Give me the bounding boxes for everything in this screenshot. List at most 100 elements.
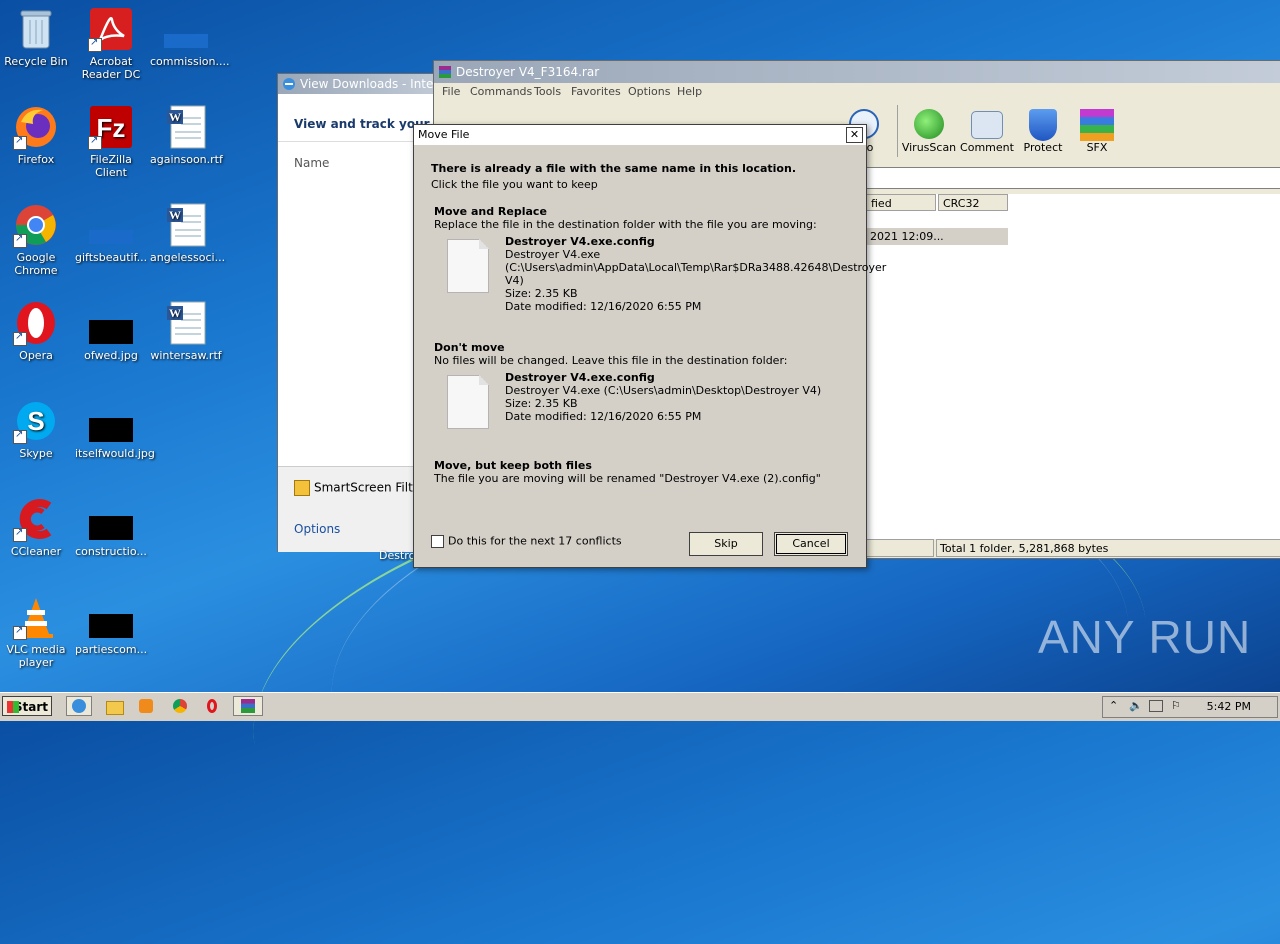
skip-button[interactable]: Skip: [689, 532, 763, 556]
ccleaner-icon: [13, 496, 59, 542]
network-icon[interactable]: [1149, 700, 1163, 712]
desktop-icon-ccleaner[interactable]: CCleaner: [0, 496, 72, 558]
virusscan-icon: [914, 109, 944, 139]
menu-favorites[interactable]: Favorites: [571, 83, 621, 101]
blank-file-thumbnail-icon: [163, 6, 209, 52]
svg-text:W: W: [169, 306, 181, 320]
move-file-dialog[interactable]: Move File ✕ There is already a file with…: [413, 124, 886, 568]
toolbar-label: VirusScan: [901, 141, 957, 154]
menu-commands[interactable]: Commands: [470, 83, 532, 101]
option-dont-move[interactable]: Don't move No files will be changed. Lea…: [434, 341, 854, 431]
option-move-and-replace[interactable]: Move and Replace Replace the file in the…: [434, 205, 886, 315]
file-name: Destroyer V4.exe.config: [505, 371, 655, 384]
taskbar-clock[interactable]: 5:42 PM: [1207, 700, 1251, 713]
windows-logo-icon: [7, 701, 19, 713]
toolbar-button-protect[interactable]: Protect: [1014, 107, 1072, 154]
file-icon: [447, 239, 489, 293]
desktop-icon-opera[interactable]: Opera: [0, 300, 72, 362]
skype-icon: S: [13, 398, 59, 444]
smartscreen-filter-link[interactable]: SmartScreen Filter: [294, 480, 425, 496]
desktop-icon-giftsbeautif[interactable]: giftsbeautif...: [75, 202, 147, 264]
desktop-icon-filezilla[interactable]: Fz FileZilla Client: [75, 104, 147, 179]
menu-file[interactable]: File: [442, 83, 460, 101]
desktop-icon-destroyer-label[interactable]: Destro: [379, 549, 415, 562]
image-thumbnail-icon: [88, 300, 134, 346]
smartscreen-label: SmartScreen Filter: [314, 480, 426, 495]
winrar-titlebar[interactable]: Destroyer V4_F3164.rar: [434, 61, 1280, 83]
taskbar-media-player-button[interactable]: [133, 696, 159, 716]
taskbar-explorer-button[interactable]: [100, 696, 126, 716]
file-icon: [447, 375, 489, 429]
anyrun-watermark: ANY RUN: [1038, 610, 1251, 664]
toolbar-label: Protect: [1023, 141, 1063, 154]
taskbar-chrome-button[interactable]: [167, 696, 193, 716]
desktop-icon-commission[interactable]: commission....: [150, 6, 230, 68]
desktop-icon-label: Opera: [19, 349, 53, 362]
blank-file-thumbnail-icon: [88, 202, 134, 248]
desktop-icon-acrobat[interactable]: Acrobat Reader DC: [75, 6, 147, 81]
desktop-icon-constructio[interactable]: constructio...: [75, 496, 147, 558]
ie-options-link[interactable]: Options: [294, 522, 340, 536]
desktop-icon-label: VLC media player: [6, 643, 66, 669]
file-date: Date modified: 12/16/2020 6:55 PM: [505, 300, 702, 313]
svg-text:W: W: [169, 110, 181, 124]
winrar-address-bar[interactable]: [866, 167, 1280, 189]
action-center-flag-icon[interactable]: ⚐: [1171, 699, 1181, 712]
toolbar-button-virusscan[interactable]: VirusScan: [900, 107, 958, 154]
smartscreen-shield-icon: [294, 480, 310, 496]
taskbar-opera-button[interactable]: [200, 696, 226, 716]
ie-titlebar[interactable]: View Downloads - Interr: [278, 74, 448, 94]
cancel-button[interactable]: Cancel: [774, 532, 848, 556]
dialog-titlebar[interactable]: Move File: [414, 125, 866, 145]
toolbar-separator: [897, 105, 898, 157]
file-row[interactable]: 2021 12:09...: [866, 228, 1008, 245]
image-thumbnail-icon: [88, 496, 134, 542]
close-icon: ✕: [849, 128, 860, 141]
desktop-icon-skype[interactable]: S Skype: [0, 398, 72, 460]
recycle-bin-icon: [13, 6, 59, 52]
desktop-icon-itselfwould[interactable]: itselfwould.jpg: [75, 398, 155, 460]
column-header-modified[interactable]: fied: [866, 194, 936, 211]
tray-expand-icon[interactable]: ⌃: [1109, 699, 1118, 712]
start-button[interactable]: Start: [2, 696, 52, 716]
dialog-close-button[interactable]: ✕: [846, 127, 863, 143]
option-description: No files will be changed. Leave this fil…: [434, 354, 788, 367]
image-thumbnail-icon: [88, 398, 134, 444]
ie-column-name[interactable]: Name: [294, 156, 329, 170]
desktop-icon-label: angelessoci...: [150, 251, 226, 264]
shortcut-arrow-icon: [13, 330, 27, 346]
word-document-icon: W: [163, 202, 209, 248]
toolbar-button-sfx[interactable]: SFX: [1068, 107, 1126, 154]
conflicts-checkbox-label: Do this for the next 17 conflicts: [448, 534, 622, 548]
file-date: Date modified: 12/16/2020 6:55 PM: [505, 410, 702, 423]
menu-tools[interactable]: Tools: [534, 83, 561, 101]
desktop-icon-recycle-bin[interactable]: Recycle Bin: [0, 6, 72, 68]
file-info-line: Destroyer V4.exe (C:\Users\admin\Desktop…: [505, 384, 822, 397]
volume-icon[interactable]: 🔈: [1129, 699, 1143, 712]
file-size: Size: 2.35 KB: [505, 397, 578, 410]
desktop-icon-firefox[interactable]: Firefox: [0, 104, 72, 166]
chrome-icon: [13, 202, 59, 248]
desktop-icon-partiescom[interactable]: partiescom...: [75, 594, 147, 656]
taskbar-ie-button[interactable]: [66, 696, 92, 716]
conflicts-checkbox[interactable]: [431, 534, 444, 548]
option-title: Move and Replace: [434, 205, 547, 218]
option-keep-both[interactable]: Move, but keep both files The file you a…: [434, 459, 854, 491]
conflicts-checkbox-row[interactable]: Do this for the next 17 conflicts: [431, 534, 622, 548]
menu-options[interactable]: Options: [628, 83, 670, 101]
desktop-icon-chrome[interactable]: Google Chrome: [0, 202, 72, 277]
menu-help[interactable]: Help: [677, 83, 702, 101]
winrar-icon: [438, 64, 452, 78]
desktop-icon-wintersaw[interactable]: W wintersaw.rtf: [150, 300, 222, 362]
desktop-icon-vlc[interactable]: VLC media player: [0, 594, 72, 669]
desktop-icon-label: commission....: [150, 55, 230, 68]
winrar-file-list[interactable]: fied CRC32 2021 12:09...: [866, 194, 1280, 539]
desktop-icon-ofwed[interactable]: ofwed.jpg: [75, 300, 147, 362]
svg-text:S: S: [27, 406, 44, 436]
ie-window-title: View Downloads - Interr: [300, 77, 444, 91]
taskbar-winrar-button[interactable]: [233, 696, 263, 716]
desktop-icon-angelessoci[interactable]: W angelessoci...: [150, 202, 226, 264]
toolbar-button-comment[interactable]: Comment: [958, 107, 1016, 154]
column-header-crc32[interactable]: CRC32: [938, 194, 1008, 211]
desktop-icon-againsoon[interactable]: W againsoon.rtf: [150, 104, 223, 166]
